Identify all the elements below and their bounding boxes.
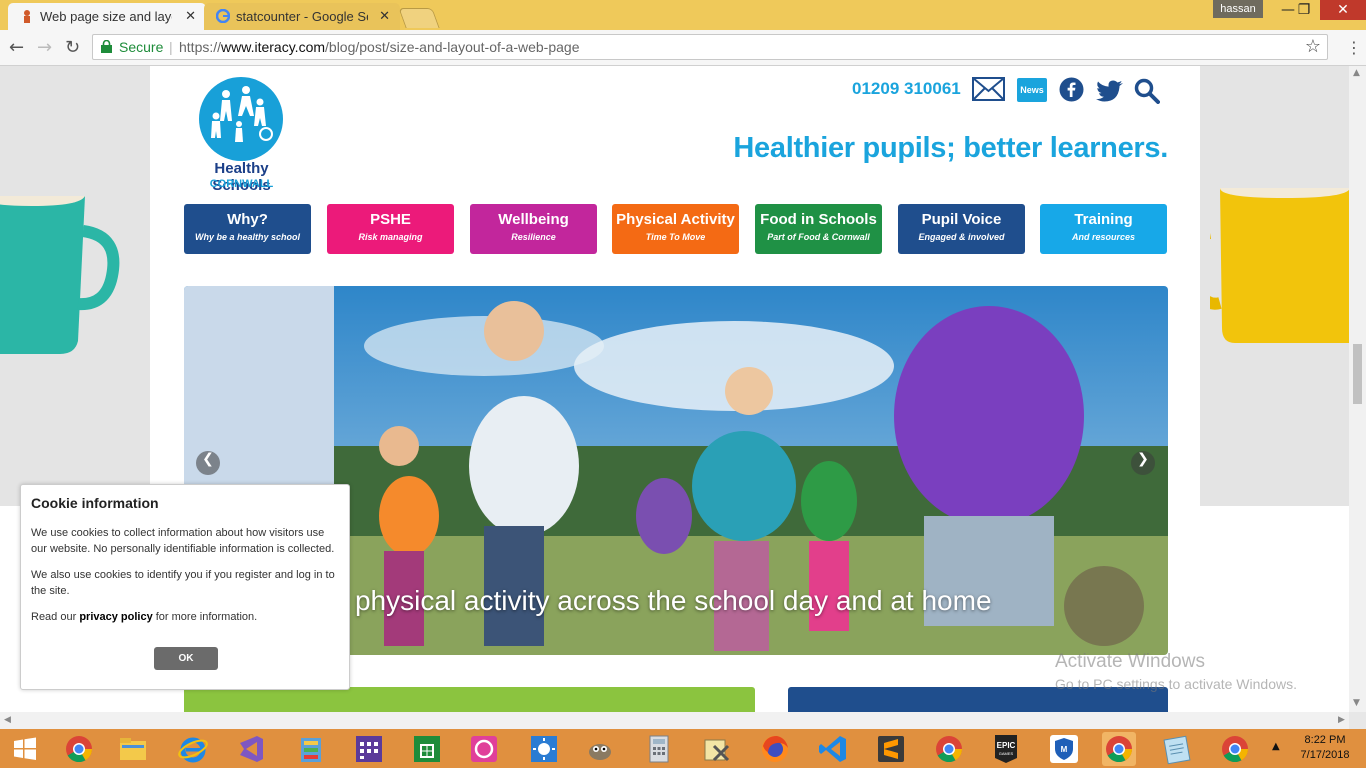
facebook-icon[interactable] xyxy=(1059,77,1084,102)
google-favicon-icon xyxy=(216,9,230,23)
activate-windows-subtitle: Go to PC settings to activate Windows. xyxy=(1055,676,1297,692)
new-tab-button[interactable] xyxy=(398,8,440,28)
forward-button[interactable]: → xyxy=(37,37,52,58)
activate-windows-title: Activate Windows xyxy=(1055,651,1205,672)
nav-why[interactable]: Why? Why be a healthy school xyxy=(184,204,311,254)
news-icon[interactable]: News xyxy=(1017,78,1047,102)
svg-text:EPIC: EPIC xyxy=(997,741,1016,750)
cookie-title: Cookie information xyxy=(31,495,159,511)
tab-close-icon[interactable]: ✕ xyxy=(185,8,196,24)
cookie-text-1: We use cookies to collect information ab… xyxy=(31,527,335,555)
file-explorer-icon[interactable] xyxy=(116,732,150,766)
internet-explorer-icon[interactable] xyxy=(176,732,210,766)
phone-number[interactable]: 01209 310061 xyxy=(852,79,961,99)
clock-time: 8:22 PM xyxy=(1304,734,1346,746)
clock-date: 7/17/2018 xyxy=(1300,749,1350,761)
tray-chevron-icon[interactable]: ▲ xyxy=(1272,741,1280,752)
weather-app-icon[interactable] xyxy=(527,732,561,766)
menu-icon[interactable]: ⋮ xyxy=(1346,38,1362,57)
wamp-icon[interactable] xyxy=(467,732,501,766)
svg-text:GAMES: GAMES xyxy=(999,751,1014,756)
bookmark-star-icon[interactable]: ☆ xyxy=(1305,36,1321,57)
firefox-icon[interactable] xyxy=(758,732,792,766)
calendar-app-icon[interactable] xyxy=(352,732,386,766)
nav-wellbeing[interactable]: Wellbeing Resilience xyxy=(470,204,597,254)
tools-icon[interactable] xyxy=(700,732,734,766)
system-clock[interactable]: 8:22 PM 7/17/2018 xyxy=(1290,733,1360,763)
scroll-right-icon[interactable]: ▶ xyxy=(1338,715,1345,725)
nav-physical-activity[interactable]: Physical Activity Time To Move xyxy=(612,204,739,254)
separator: | xyxy=(169,39,173,55)
vertical-scrollbar[interactable]: ▲ ▼ xyxy=(1349,66,1366,712)
secure-label: Secure xyxy=(119,39,164,55)
svg-text:M: M xyxy=(1061,745,1068,754)
cookie-dialog: Cookie information We use cookies to col… xyxy=(20,484,350,690)
page-viewport: Healthy Schools CORNWALL 01209 310061 Ne… xyxy=(0,66,1349,712)
scroll-up-icon[interactable]: ▲ xyxy=(1353,68,1360,78)
address-bar[interactable]: Secure | https://www.iteracy.com/blog/po… xyxy=(92,34,1328,60)
vscode-icon[interactable] xyxy=(816,732,850,766)
calculator-icon[interactable] xyxy=(642,732,676,766)
nav-pshe[interactable]: PSHE Risk managing xyxy=(327,204,454,254)
notepad-icon[interactable] xyxy=(1160,732,1194,766)
chrome-active-icon[interactable] xyxy=(1102,732,1136,766)
chrome-icon-2[interactable] xyxy=(932,732,966,766)
privacy-policy-link[interactable]: privacy policy xyxy=(79,611,152,623)
nav-pupil-voice[interactable]: Pupil Voice Engaged & involved xyxy=(898,204,1025,254)
gimp-icon[interactable] xyxy=(583,732,617,766)
cookie-text-2: We also use cookies to identify you if y… xyxy=(31,569,335,597)
chrome-icon-3[interactable] xyxy=(1218,732,1252,766)
start-icon[interactable] xyxy=(8,732,42,766)
sublime-text-icon[interactable] xyxy=(874,732,908,766)
horizontal-scrollbar[interactable]: ◀ ▶ xyxy=(0,712,1349,729)
carousel-next-button[interactable]: ❯ xyxy=(1131,451,1155,475)
tab-web-page-size[interactable]: Web page size and layou ✕ xyxy=(8,3,206,30)
back-button[interactable]: ← xyxy=(9,37,24,58)
tab-title: Web page size and layou xyxy=(40,9,172,24)
nav-training[interactable]: Training And resources xyxy=(1040,204,1167,254)
title-bar: Web page size and layou ✕ statcounter - … xyxy=(0,0,1366,30)
tab-close-icon[interactable]: ✕ xyxy=(379,8,390,24)
scroll-down-icon[interactable]: ▼ xyxy=(1353,698,1360,708)
cookie-text-3: Read our privacy policy for more informa… xyxy=(31,611,258,623)
teal-cup-image xyxy=(0,196,120,354)
cookie-ok-button[interactable]: OK xyxy=(154,647,218,670)
twitter-icon[interactable] xyxy=(1096,80,1124,102)
chrome-icon[interactable] xyxy=(62,732,96,766)
scroll-thumb[interactable] xyxy=(1353,344,1362,404)
store-icon[interactable] xyxy=(410,732,444,766)
iteracy-favicon-icon xyxy=(24,10,30,23)
taskbar: EPIC GAMES M ▲ xyxy=(0,729,1366,768)
visual-studio-icon[interactable] xyxy=(234,732,268,766)
url-text[interactable]: https://www.iteracy.com/blog/post/size-a… xyxy=(179,39,580,55)
tagline: Healthier pupils; better learners. xyxy=(733,132,1168,164)
search-icon[interactable] xyxy=(1134,78,1160,104)
scroll-left-icon[interactable]: ◀ xyxy=(4,715,11,725)
reload-button[interactable]: ↻ xyxy=(65,37,80,58)
profile-badge[interactable]: hassan xyxy=(1213,0,1263,18)
green-content-box xyxy=(184,687,755,712)
yellow-cup-image xyxy=(1210,188,1349,343)
tab-title: statcounter - Google Sear xyxy=(236,9,368,24)
nav-food-in-schools[interactable]: Food in Schools Part of Food & Cornwall xyxy=(755,204,882,254)
lock-icon xyxy=(101,40,112,53)
logo-subtitle: CORNWALL xyxy=(209,178,274,190)
email-icon[interactable] xyxy=(972,77,1005,101)
archive-app-icon[interactable] xyxy=(294,732,328,766)
carousel-prev-button[interactable]: ❮ xyxy=(196,451,220,475)
tab-statcounter[interactable]: statcounter - Google Sear ✕ xyxy=(204,3,400,30)
close-window-button[interactable]: ✕ xyxy=(1320,0,1366,20)
maximize-button[interactable]: ❐ xyxy=(1288,0,1320,20)
browser-toolbar: ← → ↻ Secure | https://www.iteracy.com/b… xyxy=(0,30,1366,66)
mcafee-icon[interactable]: M xyxy=(1047,732,1081,766)
epic-games-icon[interactable]: EPICGAMES xyxy=(989,732,1023,766)
